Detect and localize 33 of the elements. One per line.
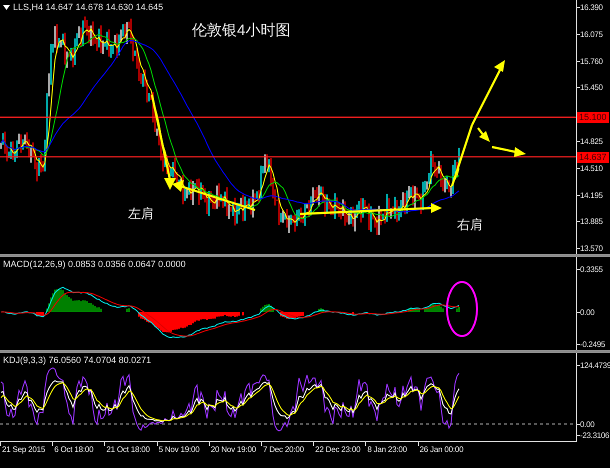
price-tag: 15.100 [577, 112, 609, 124]
price-tick-label: 16.390 [580, 2, 603, 13]
price-tag: 14.637 [577, 152, 609, 163]
price-tick-label: 13.570 [580, 243, 603, 254]
time-tick-label: 21 Sep 2015 [0, 442, 52, 468]
price-tick-label: 15.450 [580, 82, 603, 94]
price-tick-label: 14.510 [580, 162, 603, 174]
macd-tick-label: 0.3355 [580, 264, 603, 275]
price-tick-label: 15.760 [580, 56, 603, 67]
time-tick-label: 20 Nov 19:00 [208, 442, 261, 468]
symbol-info: LLS,H4 14.647 14.678 14.630 14.645 [13, 2, 164, 12]
macd-tick-label: -0.2495 [580, 339, 606, 350]
time-tick-label: 7 Dec 20:00 [260, 442, 314, 468]
shoulder-label: 左肩 [128, 205, 154, 223]
price-tick-label: 13.885 [580, 216, 603, 228]
price-tick-label: 14.825 [580, 136, 603, 147]
time-tick-label: 21 Oct 18:00 [104, 442, 157, 468]
macd-tick-label: 0.00 [580, 307, 594, 318]
dropdown-triangle-icon[interactable] [3, 4, 10, 10]
time-tick-label: 22 Dec 23:00 [313, 442, 366, 468]
macd-info: MACD(12,26,9) 0.0853 0.0356 0.0647 0.0000 [3, 259, 186, 269]
time-tick-label: 26 Jan 00:00 [418, 442, 470, 468]
price-tick-label: 14.195 [580, 190, 603, 201]
kdj-tick-label: -23.3106 [580, 430, 610, 441]
highlight-ellipse [446, 281, 478, 337]
time-tick-label: 8 Jan 23:00 [365, 442, 418, 468]
kdj-info: KDJ(9,3,3) 76.0560 74.0704 80.0271 [3, 355, 152, 365]
shoulder-label: 右肩 [457, 216, 483, 234]
time-tick-label: 6 Oct 18:00 [52, 442, 104, 468]
time-tick-label: 5 Nov 19:00 [156, 442, 209, 468]
kdj-tick-label: 0.00 [580, 418, 594, 430]
chart-title: 伦敦银4小时图 [192, 21, 290, 40]
price-tick-label: 16.075 [580, 28, 603, 40]
